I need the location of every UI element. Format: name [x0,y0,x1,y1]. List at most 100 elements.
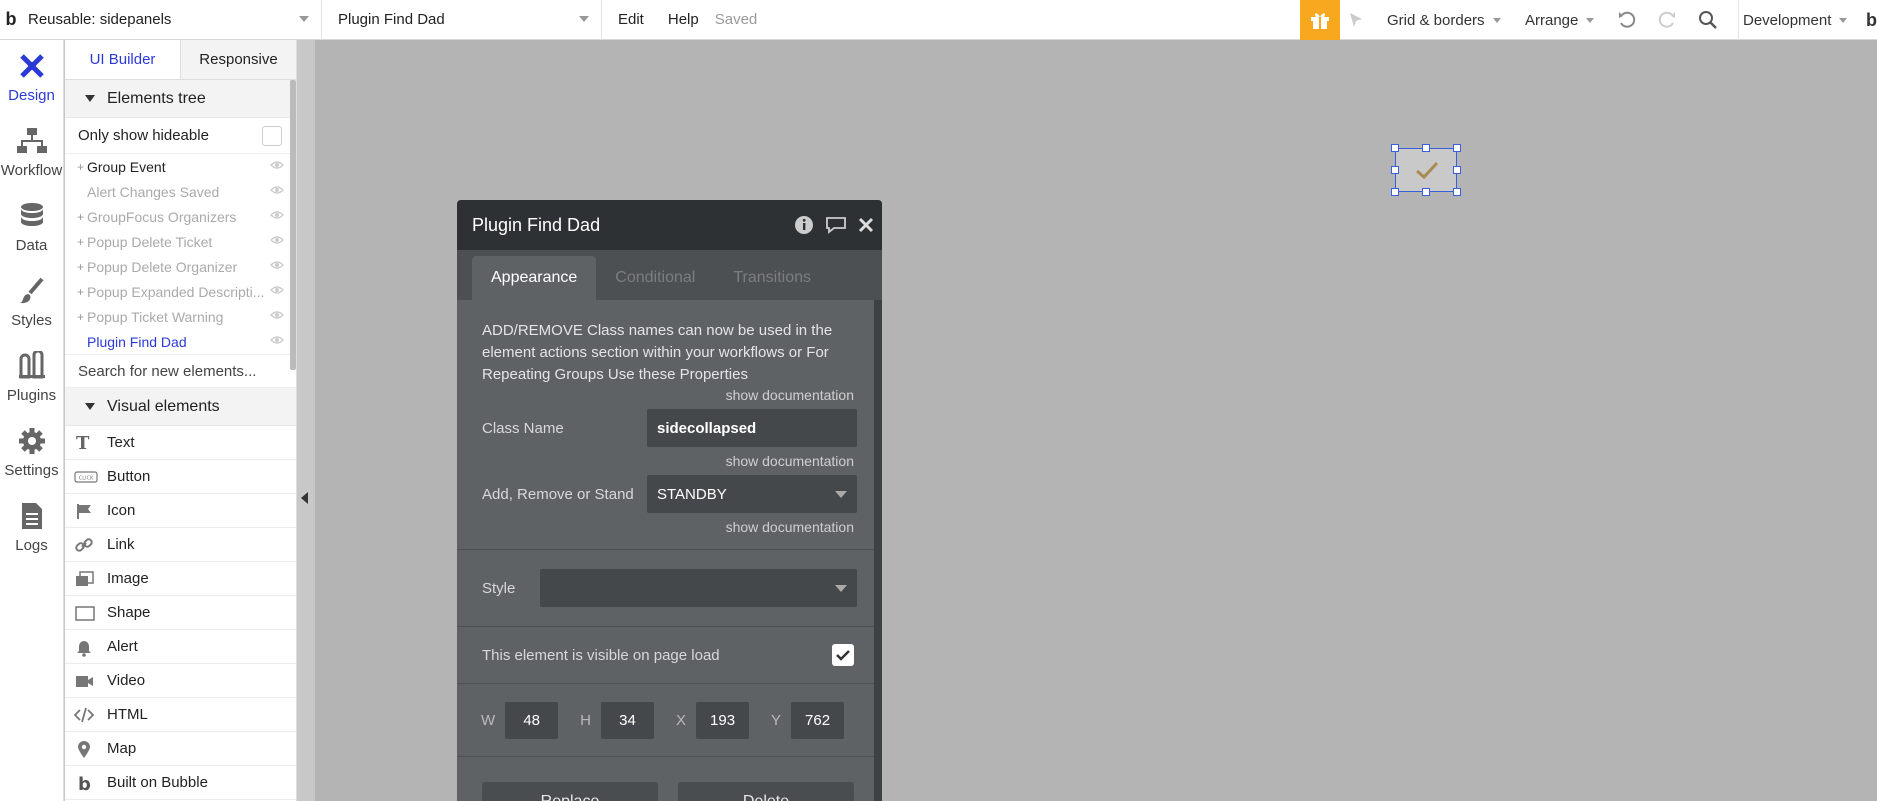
comment-icon[interactable] [824,215,848,235]
bell-icon [65,637,107,657]
elements-tree-header[interactable]: Elements tree [65,80,296,118]
visual-element-shape[interactable]: Shape [65,596,296,630]
eye-icon[interactable] [270,335,284,345]
tab-ui-builder[interactable]: UI Builder [65,40,180,79]
tab-appearance[interactable]: Appearance [472,256,597,300]
nav-logs[interactable]: Logs [0,490,63,565]
resize-handle[interactable] [1453,144,1461,152]
eye-icon[interactable] [270,260,284,270]
nav-settings[interactable]: Settings [0,415,63,490]
show-documentation-link[interactable]: show documentation [457,453,874,469]
development-menu[interactable]: Development [1738,0,1866,40]
edit-menu[interactable]: Edit [602,11,656,28]
top-bar: b Reusable: sidepanels Plugin Find Dad E… [0,0,1877,40]
visual-element-link[interactable]: Link [65,528,296,562]
element-selector[interactable]: Plugin Find Dad [322,0,602,40]
x-input[interactable]: 193 [696,701,750,739]
page-selector[interactable]: Reusable: sidepanels [22,0,322,40]
tree-item[interactable]: + Popup Expanded Descripti... [65,279,296,304]
tree-item[interactable]: + Popup Ticket Warning [65,304,296,329]
selected-element-plugin-find-dad[interactable] [1391,144,1461,196]
inspect-button[interactable] [1346,0,1366,40]
arrange-menu[interactable]: Arrange [1525,0,1595,40]
link-icon [65,535,107,555]
y-input[interactable]: 762 [791,701,845,739]
visual-element-alert[interactable]: Alert [65,630,296,664]
help-menu[interactable]: Help [656,11,711,28]
sidebar-scrollbar[interactable] [290,80,296,370]
show-documentation-link[interactable]: show documentation [457,519,874,535]
add-remove-dropdown[interactable]: STANDBY [647,475,857,513]
property-editor: Plugin Find Dad Appearance Conditional T… [457,200,882,801]
tree-item[interactable]: + Group Event [65,154,296,179]
visual-element-icon[interactable]: Icon [65,494,296,528]
property-editor-scrollbar[interactable] [874,300,882,801]
nav-plugins[interactable]: Plugins [0,340,63,415]
resize-handle[interactable] [1391,166,1399,174]
redo-button[interactable] [1656,0,1678,40]
code-icon [65,705,107,725]
bubble-logo[interactable]: b [0,0,22,40]
nav-styles[interactable]: Styles [0,265,63,340]
undo-button[interactable] [1616,0,1638,40]
style-dropdown[interactable] [540,569,857,607]
tab-conditional[interactable]: Conditional [596,256,714,300]
delete-button[interactable]: Delete [678,782,854,801]
resize-handle[interactable] [1453,166,1461,174]
data-icon [20,203,43,226]
expand-plus-icon[interactable]: + [77,235,87,249]
replace-button[interactable]: Replace [482,782,658,801]
info-icon[interactable] [794,215,814,235]
eye-icon[interactable] [270,285,284,295]
elements-tree-list: + Group Event Alert Changes Saved + GroupFoc… [65,154,296,354]
visible-on-load-checkbox[interactable] [832,644,854,666]
expand-plus-icon[interactable]: + [77,285,87,299]
tree-item[interactable]: + Popup Delete Organizer [65,254,296,279]
dimensions-row: W 48 H 34 X 193 Y 762 [457,684,874,756]
eye-icon[interactable] [270,310,284,320]
eye-icon[interactable] [270,185,284,195]
visual-elements-header[interactable]: Visual elements [65,388,296,426]
nav-data[interactable]: Data [0,190,63,265]
property-editor-header[interactable]: Plugin Find Dad [457,200,882,250]
expand-plus-icon[interactable]: + [77,210,87,224]
visual-element-image[interactable]: Image [65,562,296,596]
resize-handle[interactable] [1422,144,1430,152]
visual-element-html[interactable]: HTML [65,698,296,732]
eye-icon[interactable] [270,210,284,220]
resize-handle[interactable] [1453,188,1461,196]
tree-item[interactable]: Plugin Find Dad [65,329,296,354]
grid-borders-menu[interactable]: Grid & borders [1387,0,1501,40]
resize-handle[interactable] [1391,188,1399,196]
tree-item[interactable]: Alert Changes Saved [65,179,296,204]
width-input[interactable]: 48 [505,701,559,739]
resize-handle[interactable] [1391,144,1399,152]
search-button[interactable] [1697,0,1719,40]
height-input[interactable]: 34 [601,701,655,739]
tab-responsive[interactable]: Responsive [180,40,296,79]
resize-handle[interactable] [1422,188,1430,196]
expand-plus-icon[interactable]: + [77,260,87,274]
eye-icon[interactable] [270,235,284,245]
expand-plus-icon[interactable]: + [77,160,87,174]
gift-button[interactable] [1300,0,1340,40]
visual-element-video[interactable]: Video [65,664,296,698]
eye-icon[interactable] [270,160,284,170]
tree-item[interactable]: + Popup Delete Ticket [65,229,296,254]
expand-plus-icon[interactable]: + [77,310,87,324]
tree-item[interactable]: + GroupFocus Organizers [65,204,296,229]
collapse-sidebar-icon[interactable] [301,492,308,504]
visual-element-button[interactable]: CLICK Button [65,460,296,494]
tab-transitions[interactable]: Transitions [714,256,830,300]
nav-design-label: Design [8,87,55,104]
class-name-input[interactable]: sidecollapsed [647,409,857,447]
show-documentation-link[interactable]: show documentation [457,387,874,403]
nav-workflow[interactable]: Workflow [0,115,63,190]
visual-element-map[interactable]: Map [65,732,296,766]
search-new-elements-input[interactable]: Search for new elements... [65,354,296,388]
visual-element-text[interactable]: T Text [65,426,296,460]
nav-design[interactable]: Design [0,40,63,115]
only-show-hideable-checkbox[interactable] [262,126,282,146]
close-icon[interactable] [858,217,874,233]
visual-element-built-on-bubble[interactable]: b Built on Bubble [65,766,296,800]
